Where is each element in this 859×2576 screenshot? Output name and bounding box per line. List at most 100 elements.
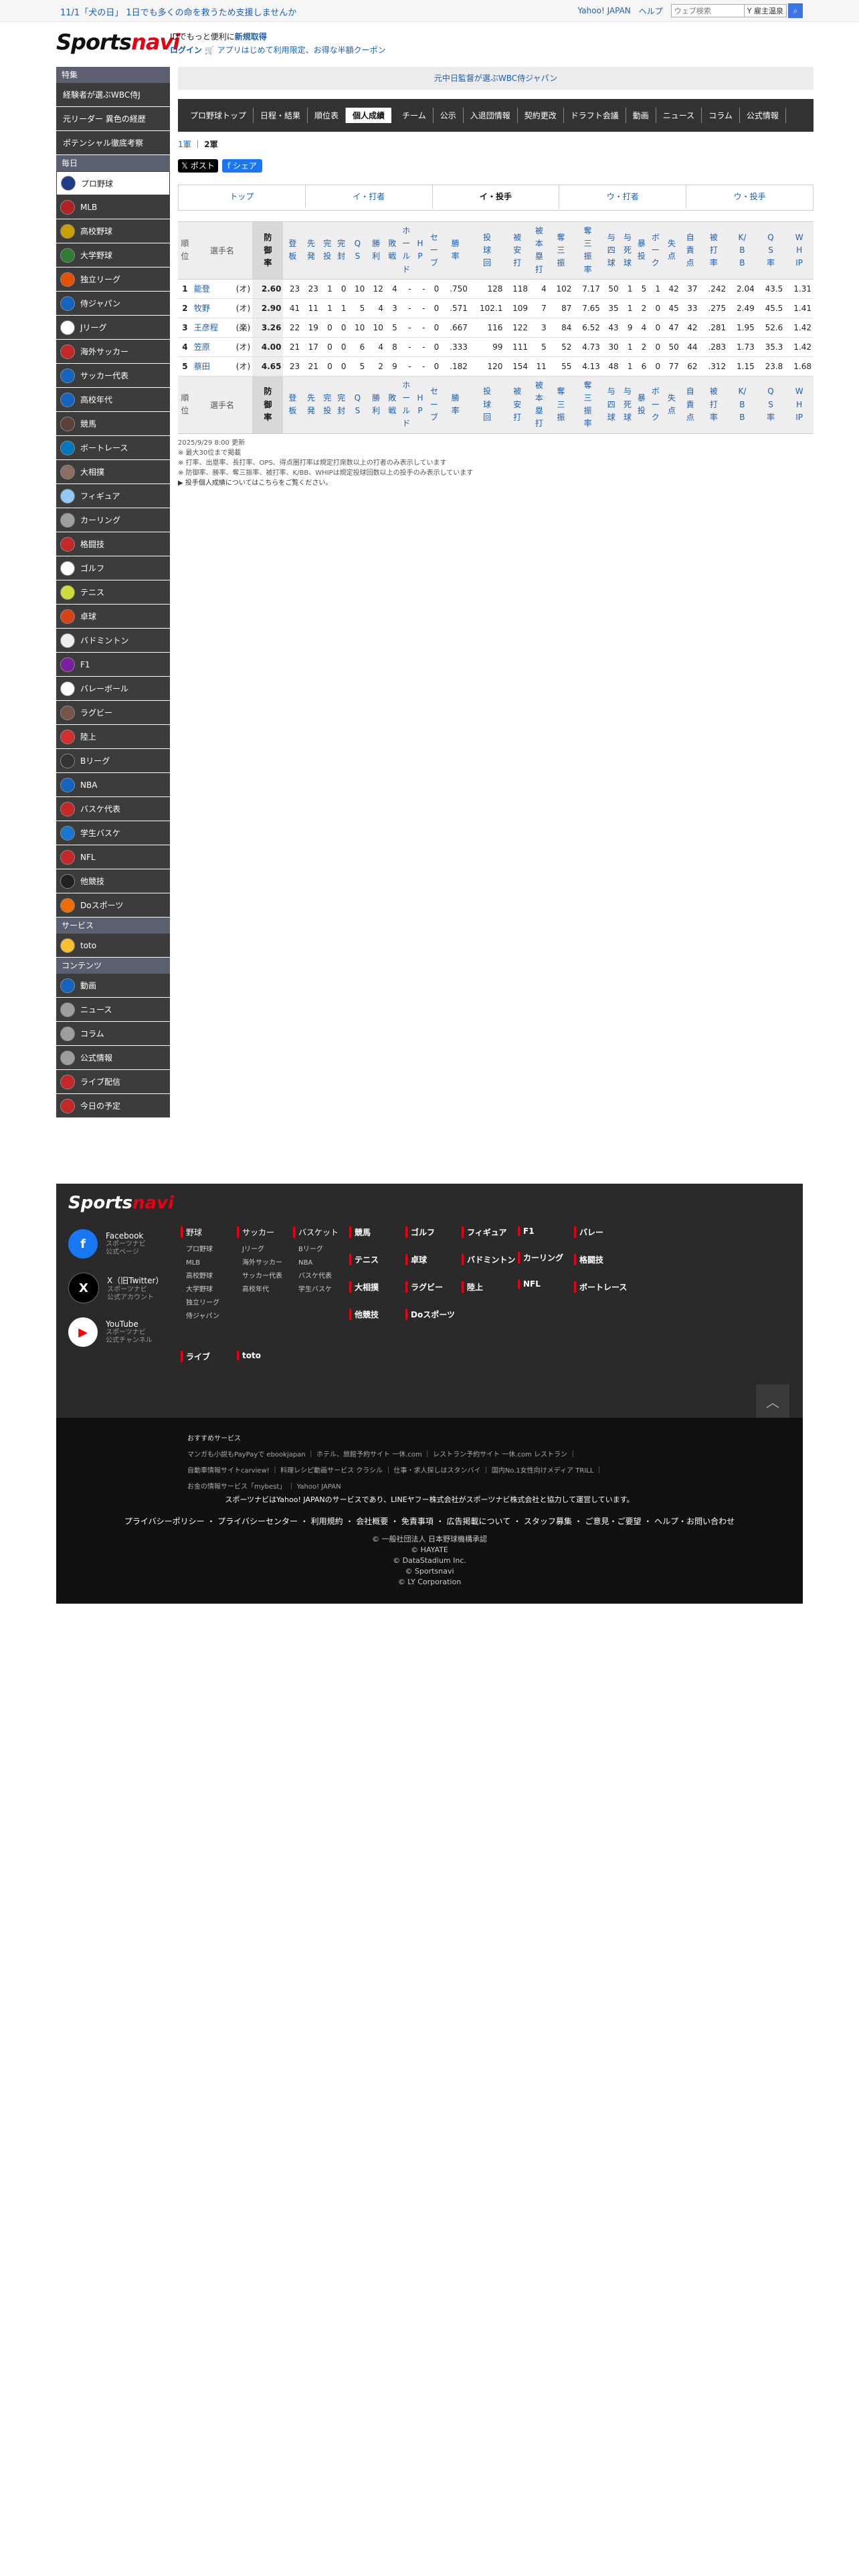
sidebar-item-feature[interactable]: 元リーダー 異色の経歴: [56, 107, 170, 131]
footer-category[interactable]: NFL: [518, 1279, 563, 1289]
footer-subcategory[interactable]: 侍ジャパン: [181, 1310, 219, 1323]
social-link[interactable]: X X（旧Twitter） スポーツナビ 公式アカウント: [68, 1269, 163, 1307]
footer-category[interactable]: 大相撲: [349, 1281, 379, 1293]
footer-subcategory[interactable]: 高校野球: [181, 1270, 219, 1283]
column-header[interactable]: 自責点: [680, 375, 700, 434]
sidebar-item-feature[interactable]: 経験者が選ぶWBC侍J: [56, 83, 170, 107]
footer-category[interactable]: 陸上: [462, 1281, 515, 1293]
footer-subcategory[interactable]: MLB: [181, 1257, 219, 1270]
player-link[interactable]: 牧野: [194, 304, 210, 313]
column-header[interactable]: 勝率: [441, 221, 470, 280]
sidebar-item[interactable]: 大学野球: [56, 243, 170, 267]
sidebar-item[interactable]: 高校年代: [56, 388, 170, 412]
column-header[interactable]: QS率: [756, 221, 785, 280]
sidebar-item[interactable]: 競馬: [56, 412, 170, 436]
signup-link[interactable]: 新規取得: [235, 32, 267, 41]
column-header[interactable]: 奪三振率: [573, 221, 602, 280]
sidebar-item[interactable]: 高校野球: [56, 219, 170, 243]
sidebar-item[interactable]: 公式情報: [56, 1046, 170, 1070]
footer-category[interactable]: 格闘技: [574, 1254, 627, 1265]
footer-subcategory[interactable]: プロ野球: [181, 1243, 219, 1257]
social-link[interactable]: f Facebook スポーツナビ 公式ページ: [68, 1225, 163, 1263]
footer-category[interactable]: バドミントン: [462, 1254, 515, 1265]
column-header[interactable]: K/BB: [728, 375, 757, 434]
column-header[interactable]: 被安打: [504, 221, 531, 280]
player-name-link[interactable]: 牧野: [191, 298, 229, 318]
sidebar-item[interactable]: 学生バスケ: [56, 821, 170, 845]
player-name-link[interactable]: 蔡田: [191, 356, 229, 377]
nav-item[interactable]: 順位表: [308, 108, 347, 123]
column-header[interactable]: 勝利: [367, 375, 385, 434]
sidebar-item[interactable]: ゴルフ: [56, 556, 170, 580]
sidebar-item[interactable]: コラム: [56, 1022, 170, 1046]
footer-category[interactable]: toto: [237, 1351, 261, 1360]
player-link[interactable]: 能登: [194, 284, 210, 294]
app-coupon-link[interactable]: アプリはじめて利用限定、お得な半額クーポン: [217, 45, 386, 55]
nav-item[interactable]: 入退団情報: [464, 108, 518, 123]
player-link[interactable]: 王彦程: [194, 323, 218, 332]
footer-subcategory[interactable]: 大学野球: [181, 1283, 219, 1297]
column-header[interactable]: 暴投: [634, 375, 649, 434]
pitcher-info-link[interactable]: ▶ 投手個人成績についてはこちらをご覧ください。: [178, 478, 814, 488]
footer-subcategory[interactable]: サッカー代表: [237, 1270, 282, 1283]
login-link[interactable]: ログイン: [170, 45, 202, 55]
sidebar-item[interactable]: ボートレース: [56, 436, 170, 460]
sidebar-item[interactable]: 今日の予定: [56, 1094, 170, 1118]
player-link[interactable]: 蔡田: [194, 362, 210, 371]
search-button[interactable]: ⌕: [788, 3, 803, 18]
search-input[interactable]: [670, 4, 745, 17]
column-header[interactable]: 与四球: [601, 375, 621, 434]
column-header[interactable]: 奪三振: [548, 221, 574, 280]
nav-item[interactable]: 個人成績: [346, 108, 392, 123]
sidebar-item[interactable]: Jリーグ: [56, 316, 170, 340]
sidebar-item[interactable]: 独立リーグ: [56, 267, 170, 292]
sidebar-item[interactable]: ニュース: [56, 998, 170, 1022]
column-header[interactable]: 奪三振: [548, 375, 574, 434]
column-header[interactable]: 敗戦: [385, 375, 399, 434]
sidebar-item[interactable]: バスケ代表: [56, 797, 170, 821]
column-header[interactable]: 被本塁打: [530, 375, 549, 434]
sidebar-item[interactable]: カーリング: [56, 508, 170, 532]
column-header[interactable]: HP: [413, 375, 427, 434]
footer-category[interactable]: Doスポーツ: [405, 1309, 455, 1320]
column-header[interactable]: QS率: [756, 375, 785, 434]
nav-item[interactable]: ドラフト会議: [564, 108, 626, 123]
nav-item[interactable]: チーム: [395, 108, 434, 123]
search-scope[interactable]: Y 雇主温泉: [744, 4, 787, 17]
footer-category[interactable]: ボートレース: [574, 1281, 627, 1293]
column-header[interactable]: 自責点: [680, 221, 700, 280]
footer-subcategory[interactable]: 独立リーグ: [181, 1297, 219, 1310]
sidebar-item[interactable]: プロ野球: [56, 171, 170, 195]
column-header[interactable]: HP: [413, 221, 427, 280]
sidebar-item[interactable]: NBA: [56, 773, 170, 797]
footer-logo[interactable]: Sportsnavi: [68, 1193, 174, 1213]
column-header[interactable]: 投球回: [469, 375, 505, 434]
footer-category[interactable]: 卓球: [405, 1254, 455, 1265]
footer-subcategory[interactable]: Jリーグ: [237, 1243, 282, 1257]
column-header[interactable]: 先発: [302, 221, 320, 280]
column-header[interactable]: 敗戦: [385, 221, 399, 280]
tab[interactable]: イ・打者: [306, 185, 433, 208]
tab[interactable]: ウ・投手: [686, 185, 813, 208]
nav-item[interactable]: 公式情報: [740, 108, 786, 123]
recommend-line-1[interactable]: マンガも小説もPayPayで ebookjapan ｜ ホテル、旅館予約サイト …: [187, 1447, 696, 1463]
sidebar-item[interactable]: テニス: [56, 580, 170, 605]
column-header[interactable]: ホールド: [399, 221, 413, 280]
column-header[interactable]: 勝率: [441, 375, 470, 434]
first-team-link[interactable]: 1軍: [178, 140, 191, 149]
footer-subcategory[interactable]: 海外サッカー: [237, 1257, 282, 1270]
sidebar-item[interactable]: 動画: [56, 974, 170, 998]
column-header[interactable]: 失点: [662, 221, 681, 280]
column-header[interactable]: 完封: [334, 375, 349, 434]
column-header[interactable]: 奪三振率: [573, 375, 602, 434]
sportsnavi-logo[interactable]: Sportsnavi: [56, 29, 180, 55]
column-header[interactable]: 完投: [320, 221, 335, 280]
sidebar-item[interactable]: フィギュア: [56, 484, 170, 508]
nav-item[interactable]: 動画: [626, 108, 656, 123]
nav-item[interactable]: ニュース: [656, 108, 702, 123]
footer-category[interactable]: F1: [518, 1226, 563, 1236]
column-header[interactable]: 与死球: [620, 221, 635, 280]
column-header[interactable]: 投球回: [469, 221, 505, 280]
sidebar-item[interactable]: Doスポーツ: [56, 893, 170, 918]
footer-subcategory[interactable]: Bリーグ: [293, 1243, 339, 1257]
